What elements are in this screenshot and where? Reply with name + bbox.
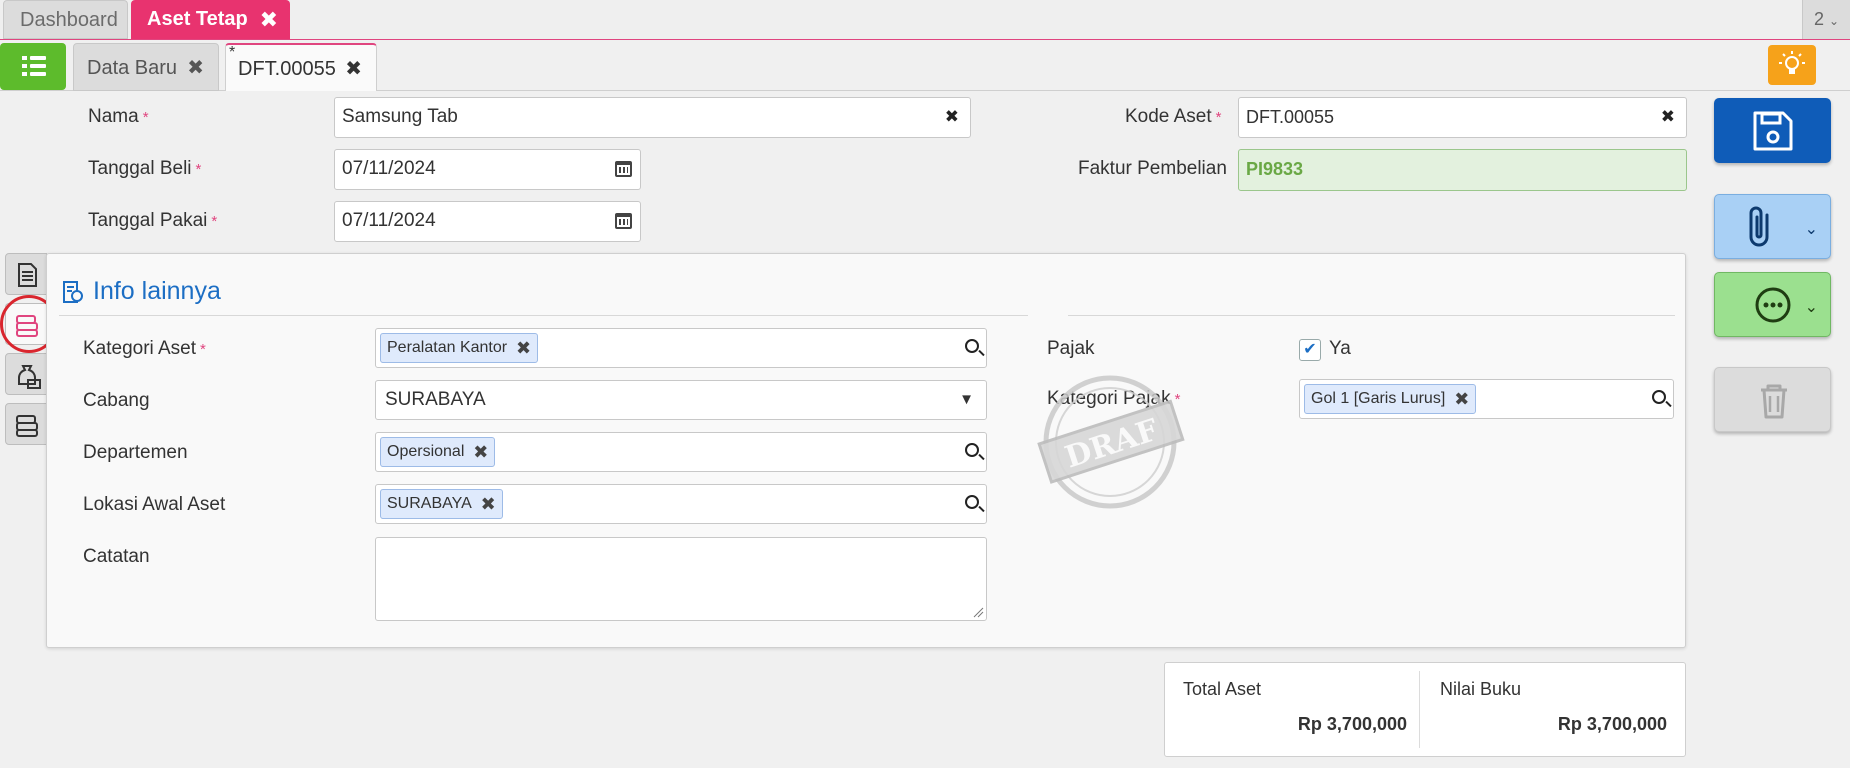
side-tab-document[interactable] xyxy=(5,253,47,295)
app-tab-dashboard[interactable]: Dashboard xyxy=(3,0,128,39)
delete-button[interactable] xyxy=(1714,367,1831,432)
resize-handle-icon[interactable] xyxy=(972,606,984,618)
kode-aset-value: DFT.00055 xyxy=(1246,107,1335,127)
tab-label: Data Baru xyxy=(87,57,178,79)
divider xyxy=(59,315,1028,316)
kode-aset-input[interactable]: DFT.00055 ✖ xyxy=(1238,97,1687,138)
app-tab-label: Aset Tetap xyxy=(147,8,248,30)
tab-data-baru[interactable]: Data Baru ✖ xyxy=(73,43,219,91)
more-dots-icon xyxy=(1755,287,1791,323)
calendar-icon[interactable] xyxy=(615,161,632,177)
kategori-aset-field[interactable]: Peralatan Kantor ✖ xyxy=(375,328,987,368)
pajak-label: Pajak xyxy=(1047,338,1095,359)
chevron-down-icon: ⌄ xyxy=(1828,14,1840,28)
list-icon[interactable] xyxy=(0,43,66,90)
remove-chip-icon[interactable]: ✖ xyxy=(473,438,488,466)
chevron-down-icon: ▼ xyxy=(959,391,974,408)
divider xyxy=(1068,315,1675,316)
tab-count-dropdown[interactable]: 2 ⌄ xyxy=(1802,0,1850,39)
kategori-aset-label: Kategori Aset * xyxy=(83,338,206,359)
more-actions-button[interactable]: ⌄ xyxy=(1714,272,1831,337)
side-tab-stack[interactable] xyxy=(5,403,47,445)
lokasi-awal-label: Lokasi Awal Aset xyxy=(83,494,226,515)
search-icon[interactable] xyxy=(1652,390,1666,404)
chip-departemen: Opersional ✖ xyxy=(380,437,496,467)
nama-label: Nama * xyxy=(88,106,149,127)
departemen-field[interactable]: Opersional ✖ xyxy=(375,432,987,472)
total-aset-value: Rp 3,700,000 xyxy=(1297,714,1407,734)
chevron-down-icon: ⌄ xyxy=(1804,221,1818,238)
remove-chip-icon[interactable]: ✖ xyxy=(1454,385,1469,413)
lightbulb-icon[interactable] xyxy=(1768,45,1816,85)
close-icon[interactable]: ✖ xyxy=(260,0,278,39)
side-tab-money[interactable] xyxy=(5,353,47,395)
clear-icon[interactable]: ✖ xyxy=(1661,98,1675,136)
search-icon[interactable] xyxy=(965,339,979,353)
tab-label: DFT.00055 xyxy=(238,58,336,80)
cabang-select[interactable]: SURABAYA ▼ xyxy=(375,380,987,420)
remove-chip-icon[interactable]: ✖ xyxy=(516,334,531,362)
lokasi-awal-field[interactable]: SURABAYA ✖ xyxy=(375,484,987,524)
trash-icon xyxy=(1761,384,1787,419)
cabang-label: Cabang xyxy=(83,390,150,411)
panel-title: Info lainnya xyxy=(93,277,221,305)
catatan-textarea[interactable] xyxy=(375,537,987,621)
app-tab-aset-tetap[interactable]: Aset Tetap ✖ xyxy=(131,0,290,39)
tanggal-beli-input[interactable]: 07/11/2024 xyxy=(334,149,641,190)
floppy-disk-icon xyxy=(1753,111,1793,151)
tab-count: 2 xyxy=(1813,9,1824,29)
tanggal-pakai-label: Tanggal Pakai * xyxy=(88,210,218,231)
cabang-value: SURABAYA xyxy=(385,389,486,410)
app-tab-label: Dashboard xyxy=(20,9,118,31)
search-icon[interactable] xyxy=(965,443,979,457)
attach-button[interactable]: ⌄ xyxy=(1714,194,1831,259)
kode-aset-label: Kode Aset * xyxy=(1125,106,1222,127)
app-tab-bar: Dashboard Aset Tetap ✖ 2 ⌄ xyxy=(0,0,1850,40)
modified-marker: * xyxy=(229,44,236,61)
faktur-pembelian-label: Faktur Pembelian xyxy=(1078,158,1227,179)
info-lainnya-panel: Info lainnya Kategori Aset * Peralatan Ka… xyxy=(46,253,1686,648)
tanggal-beli-label: Tanggal Beli * xyxy=(88,158,202,179)
departemen-label: Departemen xyxy=(83,442,188,463)
chip-lokasi-awal: SURABAYA ✖ xyxy=(380,489,503,519)
catatan-label: Catatan xyxy=(83,546,150,567)
tanggal-pakai-input[interactable]: 07/11/2024 xyxy=(334,201,641,242)
chip-kategori-aset: Peralatan Kantor ✖ xyxy=(380,333,539,363)
tanggal-beli-value: 07/11/2024 xyxy=(342,158,436,179)
pajak-checkbox-label: Ya xyxy=(1329,338,1351,359)
faktur-pembelian-value: PI9833 xyxy=(1246,159,1304,179)
chip-kategori-pajak: Gol 1 [Garis Lurus] ✖ xyxy=(1304,384,1477,414)
nilai-buku-value: Rp 3,700,000 xyxy=(1557,714,1667,734)
clear-icon[interactable]: ✖ xyxy=(945,98,959,136)
nilai-buku-label: Nilai Buku xyxy=(1440,679,1522,699)
nama-value: Samsung Tab xyxy=(342,106,458,127)
close-icon[interactable]: ✖ xyxy=(187,44,204,92)
totals-box: Total Aset Rp 3,700,000 Nilai Buku Rp 3,… xyxy=(1164,662,1686,757)
save-button[interactable] xyxy=(1714,98,1831,163)
faktur-pembelian-input: PI9833 xyxy=(1238,149,1687,191)
pajak-checkbox[interactable]: ✔ xyxy=(1299,339,1321,361)
search-icon[interactable] xyxy=(965,495,979,509)
document-tab-bar: Data Baru ✖ * DFT.00055 ✖ xyxy=(0,40,1850,91)
stack-icon xyxy=(16,415,38,437)
form-icon xyxy=(63,281,83,303)
kategori-pajak-field[interactable]: Gol 1 [Garis Lurus] ✖ xyxy=(1299,379,1674,419)
calendar-icon[interactable] xyxy=(615,213,632,229)
remove-chip-icon[interactable]: ✖ xyxy=(481,490,496,518)
draft-stamp: DRAF xyxy=(1037,375,1185,509)
document-icon xyxy=(18,263,37,287)
paperclip-icon xyxy=(1749,206,1769,247)
nama-input[interactable]: Samsung Tab ✖ xyxy=(334,97,971,138)
money-bag-icon xyxy=(18,365,41,389)
tab-dft-00055[interactable]: * DFT.00055 ✖ xyxy=(225,43,377,91)
total-aset-label: Total Aset xyxy=(1183,679,1262,699)
chevron-down-icon: ⌄ xyxy=(1804,299,1818,316)
tanggal-pakai-value: 07/11/2024 xyxy=(342,210,436,231)
divider xyxy=(1419,671,1420,748)
close-icon[interactable]: ✖ xyxy=(345,45,362,93)
